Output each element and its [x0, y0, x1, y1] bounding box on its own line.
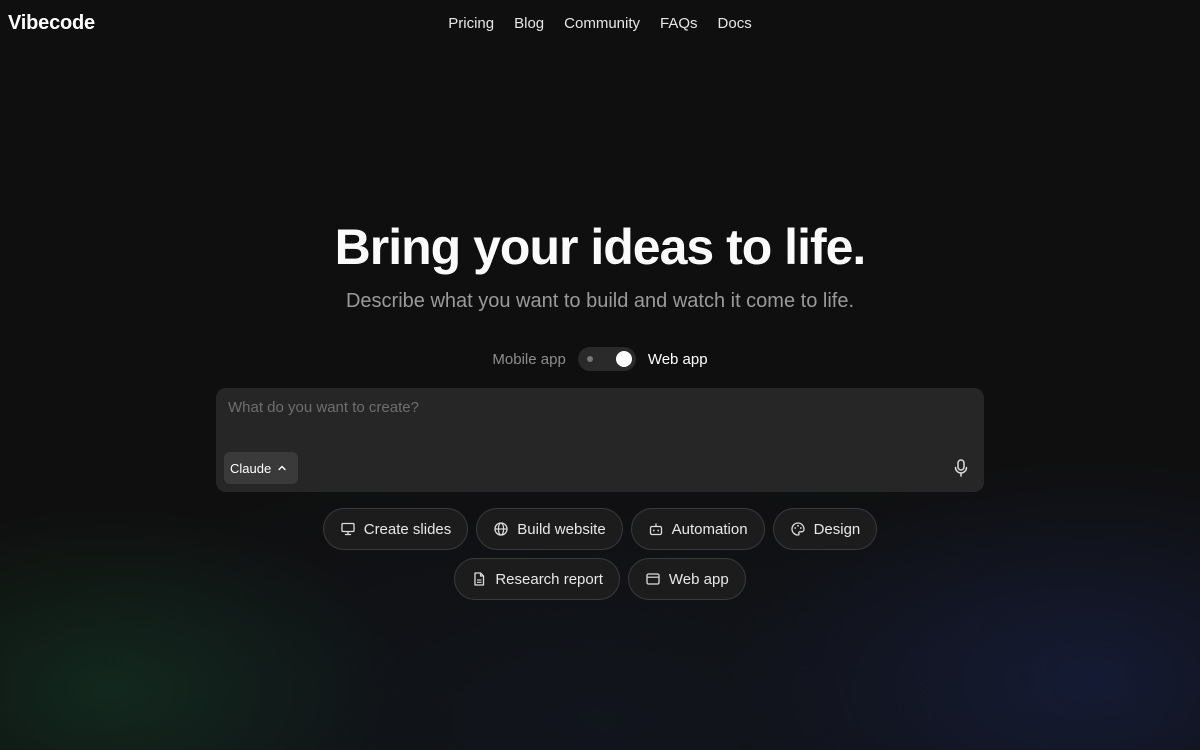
- app-mode-switch[interactable]: [577, 347, 636, 371]
- palette-icon: [790, 522, 805, 536]
- nav-link-faqs[interactable]: FAQs: [660, 15, 698, 32]
- background-glow: [0, 0, 1200, 750]
- chip-design[interactable]: Design: [772, 508, 878, 550]
- prompt-input[interactable]: [228, 396, 968, 418]
- web-app-label[interactable]: Web app: [648, 351, 708, 368]
- robot-icon: [649, 523, 662, 536]
- chip-build-website[interactable]: Build website: [476, 508, 623, 550]
- top-navigation-bar: Vibecode Pricing Blog Community FAQs Doc…: [0, 0, 1200, 48]
- chip-label: Research report: [495, 570, 603, 588]
- microphone-icon[interactable]: [952, 458, 970, 478]
- chip-label: Web app: [668, 570, 729, 588]
- hero-title: Bring your ideas to life.: [334, 219, 867, 275]
- mobile-app-label[interactable]: Mobile app: [492, 351, 565, 368]
- switch-knob: [615, 351, 632, 367]
- chip-automation[interactable]: Automation: [630, 508, 765, 550]
- model-selector-label: Claude: [230, 460, 272, 476]
- hero-subtitle: Describe what you want to build and watc…: [345, 290, 855, 312]
- chip-research-report[interactable]: Research report: [454, 558, 620, 600]
- chip-label: Build website: [517, 520, 606, 538]
- prompt-box: Claude: [216, 388, 984, 492]
- nav-link-docs[interactable]: Docs: [718, 15, 752, 32]
- switch-off-indicator: [586, 356, 593, 362]
- chip-create-slides[interactable]: Create slides: [322, 508, 469, 550]
- chip-label: Create slides: [363, 520, 452, 538]
- app-mode-toggle-row: Mobile app Web app: [0, 347, 1200, 371]
- nav-link-pricing[interactable]: Pricing: [448, 15, 494, 32]
- browser-window-icon: [646, 573, 660, 585]
- chip-web-app[interactable]: Web app: [627, 558, 746, 600]
- chip-label: Design: [813, 520, 861, 538]
- quick-action-chips-row-2: Research report Web app: [0, 558, 1200, 600]
- document-icon: [474, 572, 485, 586]
- quick-action-chips-row-1: Create slides Build website Automation D…: [0, 508, 1200, 550]
- model-selector[interactable]: Claude: [224, 452, 298, 484]
- globe-icon: [494, 522, 508, 536]
- chip-label: Automation: [671, 520, 748, 538]
- chevron-up-icon: [278, 465, 286, 471]
- nav-link-community[interactable]: Community: [564, 15, 640, 32]
- nav-link-blog[interactable]: Blog: [514, 15, 544, 32]
- main-nav: Pricing Blog Community FAQs Docs: [0, 15, 1200, 32]
- presentation-icon: [341, 522, 355, 536]
